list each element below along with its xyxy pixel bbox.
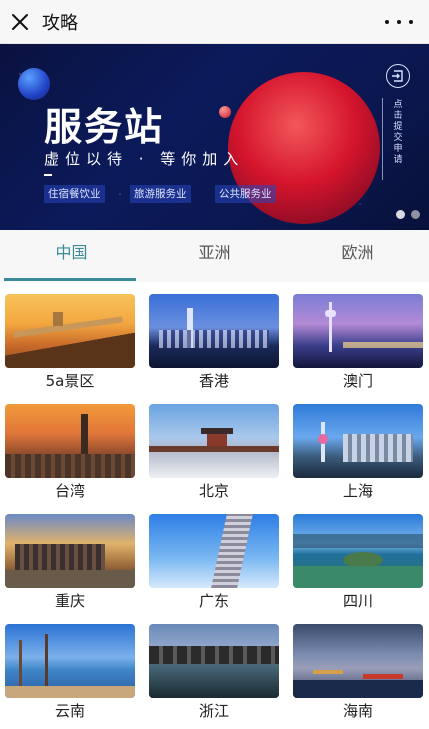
carousel-dot-active[interactable]: [396, 210, 405, 219]
destination-image: [149, 624, 279, 698]
banner-subtitle: 虚位以待 · 等你加入: [44, 150, 245, 168]
destination-label: 北京: [198, 482, 229, 500]
destination-card-5a[interactable]: 5a景区: [5, 282, 135, 390]
destination-card-zhejiang[interactable]: 浙江: [149, 612, 279, 720]
destination-label: 香港: [198, 372, 229, 390]
more-button[interactable]: [385, 10, 413, 34]
active-tab-indicator: [4, 278, 136, 281]
page-title: 攻略: [42, 12, 78, 34]
small-planet-graphic: [219, 106, 231, 118]
apply-button[interactable]: [386, 64, 410, 88]
close-button[interactable]: [0, 0, 40, 44]
carousel-dot[interactable]: [411, 210, 420, 219]
destination-grid: 5a景区 香港 澳门 台湾 北京 上海 重庆 广东 四川 云南 浙江 海南: [0, 282, 429, 729]
destination-label: 澳门: [342, 372, 373, 390]
destination-image: [149, 404, 279, 478]
destination-card-hongkong[interactable]: 香港: [149, 282, 279, 390]
destination-card-shanghai[interactable]: 上海: [293, 392, 423, 500]
destination-image: [149, 294, 279, 368]
tab-asia[interactable]: 亚洲: [143, 230, 286, 282]
destination-label: 海南: [342, 702, 373, 720]
destination-label: 云南: [54, 702, 85, 720]
destination-label: 上海: [342, 482, 373, 500]
destination-label: 四川: [342, 592, 373, 610]
destination-image: [5, 624, 135, 698]
banner-tag: 旅游服务业: [130, 185, 191, 203]
destination-image: [149, 514, 279, 588]
destination-card-guangdong[interactable]: 广东: [149, 502, 279, 610]
destination-card-macau[interactable]: 澳门: [293, 282, 423, 390]
banner-tag: 住宿餐饮业: [44, 185, 105, 203]
destination-label: 5a景区: [45, 372, 95, 390]
destination-card-beijing[interactable]: 北京: [149, 392, 279, 500]
destination-card-yunnan[interactable]: 云南: [5, 612, 135, 720]
banner-tag: 公共服务业: [215, 185, 276, 203]
carousel-indicator[interactable]: [396, 210, 420, 219]
destination-image: [5, 404, 135, 478]
destination-label: 重庆: [54, 592, 85, 610]
tab-china[interactable]: 中国: [0, 230, 143, 282]
promo-banner[interactable]: 服务站 虚位以待 · 等你加入 住宿餐饮业 旅游服务业 公共服务业 点击提交申请: [0, 44, 429, 230]
region-tabs: 中国 亚洲 欧洲: [0, 230, 429, 282]
destination-card-sichuan[interactable]: 四川: [293, 502, 423, 610]
destination-card-taiwan[interactable]: 台湾: [5, 392, 135, 500]
destination-card-chongqing[interactable]: 重庆: [5, 502, 135, 610]
apply-text[interactable]: 点击提交申请: [392, 100, 404, 166]
destination-image: [5, 294, 135, 368]
destination-card-hainan[interactable]: 海南: [293, 612, 423, 720]
tab-europe[interactable]: 欧洲: [286, 230, 429, 282]
destination-image: [293, 294, 423, 368]
banner-title: 服务站: [44, 105, 165, 149]
destination-label: 广东: [198, 592, 229, 610]
destination-label: 浙江: [198, 702, 229, 720]
top-bar: 攻略: [0, 0, 429, 44]
destination-image: [293, 514, 423, 588]
destination-image: [293, 404, 423, 478]
divider: [44, 174, 52, 176]
more-dots-icon: [385, 20, 389, 24]
destination-label: 台湾: [54, 482, 85, 500]
destination-image: [5, 514, 135, 588]
enter-icon: [392, 70, 403, 82]
close-icon: [12, 13, 28, 30]
destination-image: [293, 624, 423, 698]
